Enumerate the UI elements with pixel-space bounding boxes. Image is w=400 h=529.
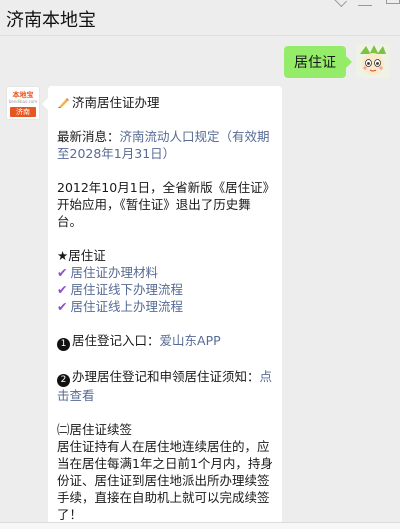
pin-icon[interactable] (332, 0, 348, 8)
link-row-offline: ✔ 居住证线下办理流程 (57, 281, 273, 298)
chat-title: 济南本地宝 (6, 10, 96, 31)
link-offline-process[interactable]: 居住证线下办理流程 (70, 282, 183, 297)
history-text: 2012年10月1日，全省新版《居住证》开始应用，《暂住证》退出了历史舞台。 (57, 180, 269, 229)
link-materials[interactable]: 居住证办理材料 (70, 265, 158, 280)
check-icon: ✔ (57, 299, 68, 314)
window-controls (332, 0, 400, 8)
logo-domain: bendibao.com (8, 99, 38, 104)
message-title-line: 济南居住证办理 (57, 94, 273, 111)
link-row-materials: ✔ 居住证办理材料 (57, 264, 273, 281)
check-icon: ✔ (57, 265, 68, 280)
section-star-heading: ★居住证 (57, 248, 106, 263)
item2-line: 2 办理居住登记和申领居住证须知：点击查看 (57, 368, 273, 404)
bendibao-logo-avatar[interactable]: 本地宝 bendibao.com 济南 (6, 86, 40, 120)
item1-label: 居住登记入口： (72, 333, 160, 348)
maximize-icon[interactable] (386, 0, 400, 4)
user-avatar[interactable] (356, 44, 390, 78)
aishandong-app-link[interactable]: 爱山东APP (160, 333, 221, 348)
outgoing-message: 居住证 (284, 44, 390, 78)
news-line: 最新消息：济南流动人口规定（有效期至2028年1月31日） (57, 128, 273, 162)
number-two-icon: 2 (57, 374, 70, 387)
check-icon: ✔ (57, 282, 68, 297)
news-label: 最新消息： (57, 129, 120, 144)
renew-title: ㈡居住证续签 (57, 422, 133, 437)
minimize-icon[interactable] (358, 0, 372, 6)
input-bar[interactable] (0, 522, 400, 529)
chat-header: 济南本地宝 (0, 0, 400, 36)
item2-label: 办理居住登记和申领居住证须知： (72, 369, 260, 384)
logo-city: 济南 (10, 107, 36, 117)
item1-line: 1 居住登记入口：爱山东APP (57, 332, 273, 351)
outgoing-bubble[interactable]: 居住证 (284, 46, 352, 78)
cartoon-avatar-icon (356, 44, 390, 78)
link-online-process[interactable]: 居住证线上办理流程 (70, 299, 183, 314)
link-row-online: ✔ 居住证线上办理流程 (57, 298, 273, 315)
incoming-bubble: 济南居住证办理 最新消息：济南流动人口规定（有效期至2028年1月31日） 20… (42, 86, 282, 529)
number-one-icon: 1 (57, 338, 70, 351)
renew-body: 居住证持有人在居住地连续居住的，应当在居住每满1年之日前1个月内，持身份证、居住… (57, 439, 273, 522)
writing-hand-icon (58, 98, 69, 108)
message-title: 济南居住证办理 (72, 95, 160, 110)
